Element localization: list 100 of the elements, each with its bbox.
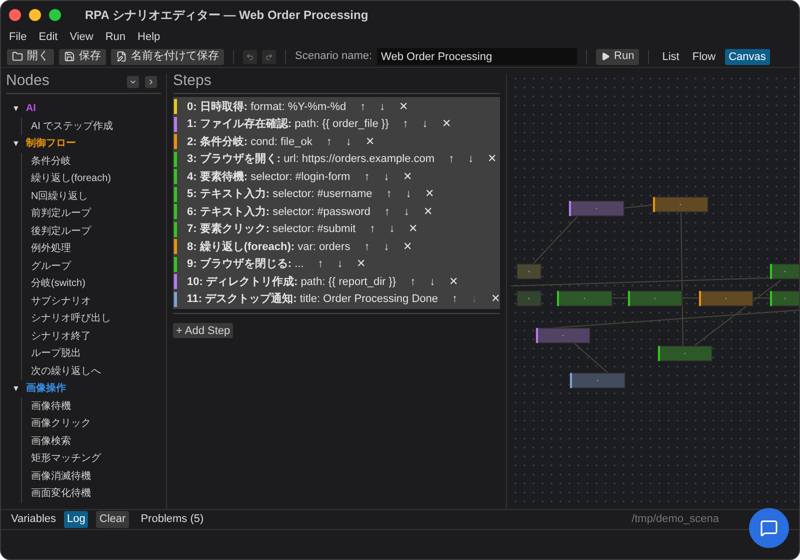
menu-item[interactable]: File [9, 29, 27, 46]
move-step-button[interactable]: ↓ [337, 256, 343, 272]
move-step-button[interactable]: ↑ [360, 98, 366, 115]
move-step-button[interactable]: ↓ [384, 168, 390, 185]
node-type-item[interactable]: 画面変化待機 [31, 486, 91, 502]
bottom-tab[interactable]: Variables [11, 511, 56, 528]
node-type-item[interactable]: 分岐(switch) [31, 276, 86, 292]
node-type-item[interactable]: グループ [31, 258, 71, 274]
view-tab[interactable]: Flow [688, 48, 720, 64]
step-label[interactable]: 3: ブラウザを開く: url: https://orders.example.com [187, 151, 435, 168]
move-step-button[interactable]: ↓ [380, 98, 386, 115]
step-label[interactable]: 2: 条件分岐: cond: file_ok [187, 134, 312, 150]
close-button[interactable] [9, 9, 21, 21]
remove-step-button[interactable]: ✕ [491, 291, 500, 308]
node-type-item[interactable]: サブシナリオ [31, 294, 91, 309]
remove-step-button[interactable]: ✕ [423, 204, 432, 220]
remove-step-button[interactable]: ✕ [403, 168, 412, 185]
canvas-node[interactable] [770, 290, 799, 306]
expand-all-button[interactable] [145, 76, 157, 88]
clear-button[interactable]: Clear [96, 511, 129, 528]
view-tab[interactable]: List [658, 48, 684, 64]
step-label[interactable]: 1: ファイル存在確認: path: {{ order_file }} [187, 116, 389, 132]
move-step-button[interactable]: ↓ [406, 186, 412, 202]
add-step-button[interactable]: + Add Step [173, 323, 234, 338]
move-step-button[interactable]: ↑ [326, 134, 332, 150]
move-step-button[interactable]: ↑ [386, 186, 392, 202]
node-type-item[interactable]: 画像待機 [31, 398, 71, 414]
move-step-button[interactable]: ↓ [384, 238, 390, 255]
step-label[interactable]: 4: 要素待機: selector: #login-form [187, 168, 350, 185]
move-step-button[interactable]: ↑ [410, 274, 416, 290]
remove-step-button[interactable]: ✕ [365, 134, 374, 150]
canvas-node[interactable] [698, 290, 754, 306]
node-type-item[interactable]: 条件分岐 [31, 154, 71, 169]
canvas-node[interactable] [556, 290, 612, 306]
node-type-item[interactable]: 矩形マッチング [31, 451, 101, 466]
expand-toggle[interactable]: ▼ [12, 382, 20, 395]
node-type-item[interactable]: 画像クリック [31, 416, 91, 432]
node-type-item[interactable]: 次の繰り返しへ [31, 364, 101, 379]
redo-button[interactable] [262, 50, 276, 64]
collapse-all-button[interactable] [127, 76, 139, 88]
chat-button[interactable] [749, 508, 789, 548]
remove-step-button[interactable]: ✕ [488, 151, 497, 168]
node-type-item[interactable]: シナリオ呼び出し [31, 311, 111, 326]
toolbar-button[interactable]: 保存 [59, 48, 106, 64]
node-type-item[interactable]: 画像消滅待機 [31, 468, 91, 484]
remove-step-button[interactable]: ✕ [403, 238, 412, 255]
remove-step-button[interactable]: ✕ [399, 98, 408, 115]
move-step-button[interactable]: ↑ [364, 238, 370, 255]
toolbar-button[interactable]: 開く [7, 48, 54, 64]
remove-step-button[interactable]: ✕ [449, 274, 458, 290]
remove-step-button[interactable]: ✕ [356, 256, 366, 272]
canvas-node[interactable] [568, 200, 624, 216]
category-label[interactable]: 制御フロー [26, 136, 76, 152]
move-step-button[interactable]: ↓ [389, 221, 395, 238]
node-type-item[interactable]: 画像検索 [31, 434, 71, 449]
move-step-button[interactable]: ↑ [452, 291, 458, 308]
category-label[interactable]: AI [26, 101, 36, 116]
move-step-button[interactable]: ↓ [430, 274, 436, 290]
menu-item[interactable]: View [70, 29, 94, 46]
scenario-name-field[interactable]: Web Order Processing [377, 48, 578, 65]
node-type-item[interactable]: AI でステップ作成 [31, 118, 114, 134]
problems-tab[interactable]: Problems (5) [140, 511, 204, 528]
remove-step-button[interactable]: ✕ [442, 116, 451, 132]
move-step-button[interactable]: ↓ [346, 134, 352, 150]
canvas-node[interactable] [658, 346, 712, 362]
move-step-button[interactable]: ↑ [402, 116, 408, 132]
remove-step-button[interactable]: ✕ [408, 221, 418, 238]
undo-button[interactable] [243, 50, 257, 64]
canvas-node[interactable] [770, 264, 799, 280]
move-step-button[interactable]: ↑ [384, 204, 390, 220]
step-label[interactable]: 6: テキスト入力: selector: #password [187, 204, 370, 220]
category-label[interactable]: 画像操作 [26, 381, 66, 396]
node-type-item[interactable]: 例外処理 [31, 241, 71, 256]
move-step-button[interactable]: ↓ [422, 116, 428, 132]
step-label[interactable]: 9: ブラウザを閉じる: ... [187, 256, 304, 272]
canvas-node[interactable] [628, 290, 682, 306]
move-step-button[interactable]: ↑ [370, 221, 376, 238]
move-step-button[interactable]: ↓ [468, 151, 474, 168]
move-step-button[interactable]: ↑ [448, 151, 454, 168]
canvas-node[interactable] [516, 290, 542, 306]
node-type-item[interactable]: 後判定ループ [31, 224, 91, 239]
minimize-button[interactable] [29, 9, 41, 21]
step-label[interactable]: 7: 要素クリック: selector: #submit [187, 221, 356, 238]
canvas-node[interactable] [652, 196, 708, 212]
step-label[interactable]: 8: 繰り返し(foreach): var: orders [187, 238, 350, 255]
node-type-item[interactable]: ループ脱出 [31, 346, 81, 362]
move-step-button[interactable]: ↑ [318, 256, 324, 272]
move-step-button[interactable]: ↓ [404, 204, 410, 220]
expand-toggle[interactable]: ▼ [12, 102, 20, 115]
remove-step-button[interactable]: ✕ [425, 186, 434, 202]
run-button[interactable]: Run [596, 48, 640, 64]
step-label[interactable]: 0: 日時取得: format: %Y-%m-%d [187, 98, 346, 115]
node-type-item[interactable]: 前判定ループ [31, 206, 91, 222]
step-label[interactable]: 5: テキスト入力: selector: #username [187, 186, 372, 202]
zoom-button[interactable] [49, 9, 61, 21]
view-tab[interactable]: Canvas [724, 48, 770, 64]
canvas-node[interactable] [536, 328, 590, 344]
menu-item[interactable]: Edit [38, 29, 58, 46]
menu-item[interactable]: Run [105, 29, 126, 46]
node-type-item[interactable]: 繰り返し(foreach) [31, 171, 112, 186]
